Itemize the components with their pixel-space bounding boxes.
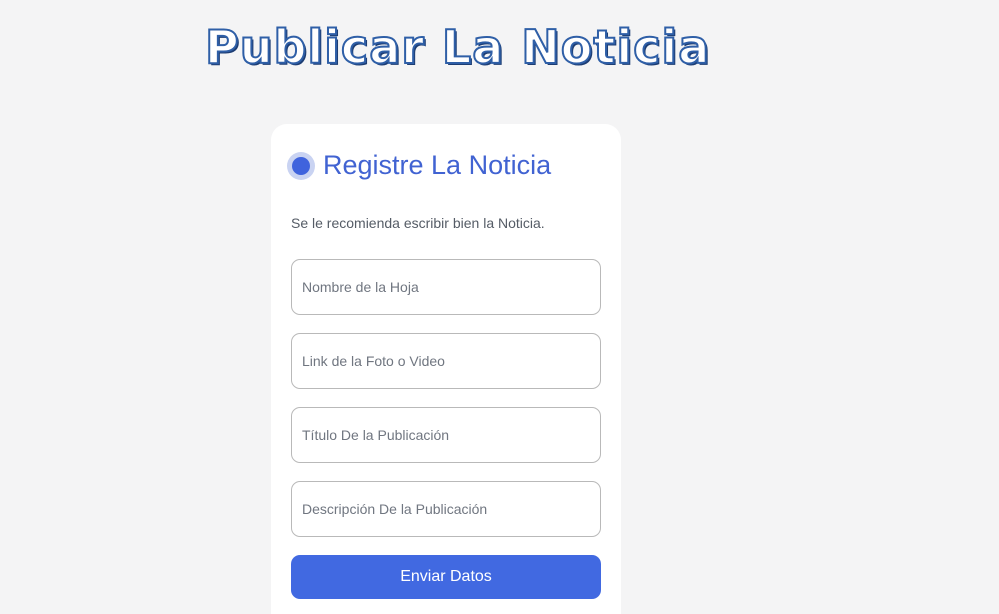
card-header: Registre La Noticia	[287, 150, 551, 181]
page-title: Publicar La Noticia	[204, 19, 711, 75]
radio-dot-icon	[287, 151, 315, 180]
submit-button[interactable]: Enviar Datos	[291, 555, 601, 599]
sheet-name-field[interactable]	[291, 259, 601, 315]
post-description-field[interactable]	[291, 481, 601, 537]
page: Publicar La Noticia Registre La Noticia …	[0, 0, 999, 614]
media-link-field[interactable]	[291, 333, 601, 389]
radio-dot-inner	[292, 156, 310, 175]
form-hint: Se le recomienda escribir bien la Notici…	[291, 215, 545, 231]
post-title-field[interactable]	[291, 407, 601, 463]
card-title: Registre La Noticia	[323, 150, 552, 180]
news-form-card: Registre La Noticia Se le recomienda esc…	[271, 124, 621, 614]
